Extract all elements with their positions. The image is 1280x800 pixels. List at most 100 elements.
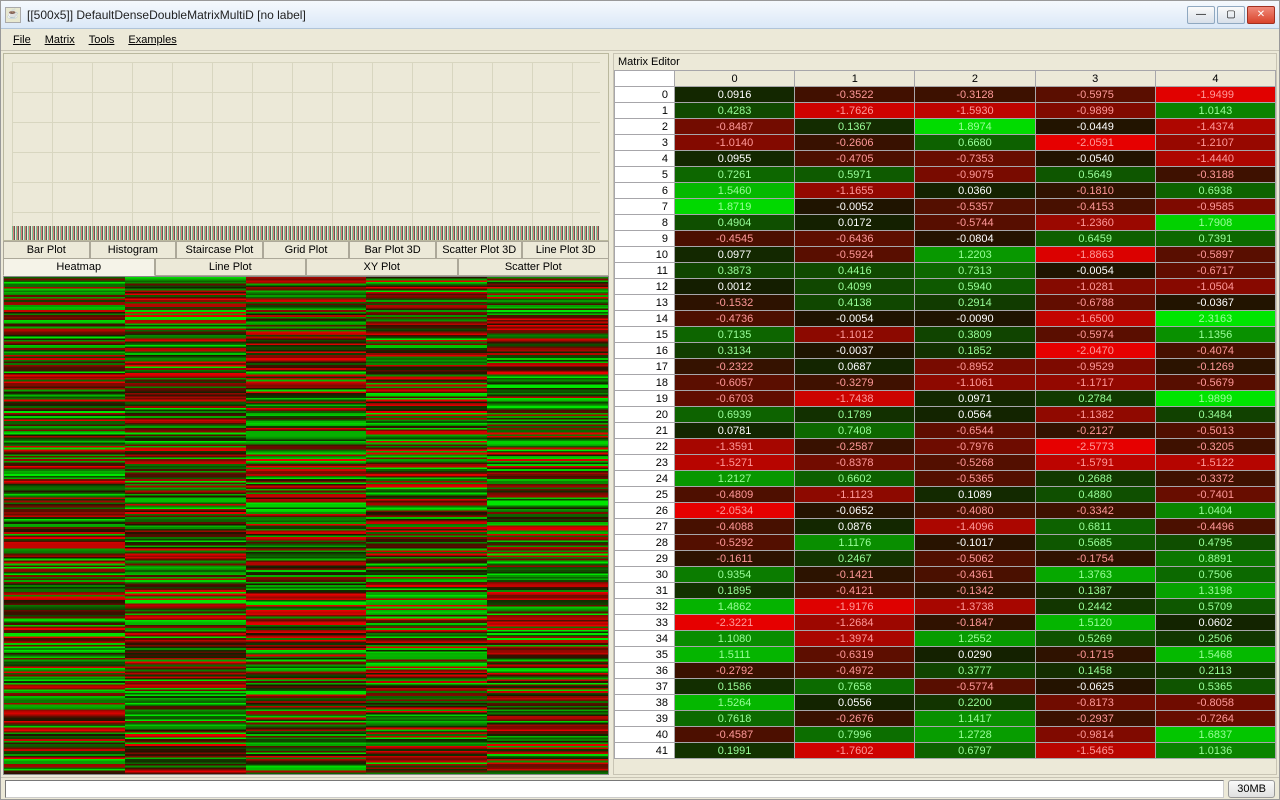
tab-xy-plot[interactable]: XY Plot bbox=[306, 258, 458, 276]
row-header-9[interactable]: 9 bbox=[615, 231, 675, 247]
cell-14-1[interactable]: -0.0054 bbox=[795, 311, 915, 327]
cell-34-2[interactable]: 1.2552 bbox=[915, 631, 1035, 647]
cell-32-2[interactable]: -1.3738 bbox=[915, 599, 1035, 615]
cell-14-4[interactable]: 2.3163 bbox=[1155, 311, 1275, 327]
cell-4-3[interactable]: -0.0540 bbox=[1035, 151, 1155, 167]
row-header-24[interactable]: 24 bbox=[615, 471, 675, 487]
cell-5-3[interactable]: 0.5649 bbox=[1035, 167, 1155, 183]
row-header-14[interactable]: 14 bbox=[615, 311, 675, 327]
cell-26-1[interactable]: -0.0652 bbox=[795, 503, 915, 519]
cell-13-0[interactable]: -0.1532 bbox=[675, 295, 795, 311]
cell-35-4[interactable]: 1.5468 bbox=[1155, 647, 1275, 663]
cell-9-1[interactable]: -0.6436 bbox=[795, 231, 915, 247]
cell-3-1[interactable]: -0.2606 bbox=[795, 135, 915, 151]
cell-27-1[interactable]: 0.0876 bbox=[795, 519, 915, 535]
cell-17-2[interactable]: -0.8952 bbox=[915, 359, 1035, 375]
cell-22-0[interactable]: -1.3591 bbox=[675, 439, 795, 455]
row-header-5[interactable]: 5 bbox=[615, 167, 675, 183]
row-header-16[interactable]: 16 bbox=[615, 343, 675, 359]
cell-13-4[interactable]: -0.0367 bbox=[1155, 295, 1275, 311]
cell-0-3[interactable]: -0.5975 bbox=[1035, 87, 1155, 103]
menu-matrix[interactable]: Matrix bbox=[39, 32, 81, 48]
cell-10-0[interactable]: 0.0977 bbox=[675, 247, 795, 263]
row-header-40[interactable]: 40 bbox=[615, 727, 675, 743]
cell-21-2[interactable]: -0.6544 bbox=[915, 423, 1035, 439]
cell-41-0[interactable]: 0.1991 bbox=[675, 743, 795, 759]
cell-13-1[interactable]: 0.4138 bbox=[795, 295, 915, 311]
row-header-6[interactable]: 6 bbox=[615, 183, 675, 199]
col-header-3[interactable]: 3 bbox=[1035, 71, 1155, 87]
cell-28-2[interactable]: -0.1017 bbox=[915, 535, 1035, 551]
cell-6-4[interactable]: 0.6938 bbox=[1155, 183, 1275, 199]
cell-41-1[interactable]: -1.7602 bbox=[795, 743, 915, 759]
row-header-19[interactable]: 19 bbox=[615, 391, 675, 407]
cell-20-2[interactable]: 0.0564 bbox=[915, 407, 1035, 423]
cell-25-3[interactable]: 0.4880 bbox=[1035, 487, 1155, 503]
cell-11-1[interactable]: 0.4416 bbox=[795, 263, 915, 279]
cell-9-0[interactable]: -0.4545 bbox=[675, 231, 795, 247]
status-memory[interactable]: 30MB bbox=[1228, 780, 1275, 798]
cell-10-4[interactable]: -0.5897 bbox=[1155, 247, 1275, 263]
cell-39-3[interactable]: -0.2937 bbox=[1035, 711, 1155, 727]
cell-8-2[interactable]: -0.5744 bbox=[915, 215, 1035, 231]
cell-16-3[interactable]: -2.0470 bbox=[1035, 343, 1155, 359]
tab-bar-plot[interactable]: Bar Plot bbox=[3, 241, 90, 259]
cell-41-2[interactable]: 0.6797 bbox=[915, 743, 1035, 759]
cell-30-1[interactable]: -0.1421 bbox=[795, 567, 915, 583]
tab-histogram[interactable]: Histogram bbox=[90, 241, 177, 259]
cell-18-3[interactable]: -1.1717 bbox=[1035, 375, 1155, 391]
cell-19-0[interactable]: -0.6703 bbox=[675, 391, 795, 407]
cell-25-2[interactable]: 0.1089 bbox=[915, 487, 1035, 503]
cell-19-1[interactable]: -1.7438 bbox=[795, 391, 915, 407]
cell-19-4[interactable]: 1.9899 bbox=[1155, 391, 1275, 407]
tab-line-plot-3d[interactable]: Line Plot 3D bbox=[522, 241, 609, 259]
cell-0-2[interactable]: -0.3128 bbox=[915, 87, 1035, 103]
cell-9-3[interactable]: 0.6459 bbox=[1035, 231, 1155, 247]
cell-25-0[interactable]: -0.4809 bbox=[675, 487, 795, 503]
cell-8-1[interactable]: 0.0172 bbox=[795, 215, 915, 231]
cell-37-2[interactable]: -0.5774 bbox=[915, 679, 1035, 695]
cell-23-0[interactable]: -1.5271 bbox=[675, 455, 795, 471]
cell-7-0[interactable]: 1.8719 bbox=[675, 199, 795, 215]
cell-7-2[interactable]: -0.5357 bbox=[915, 199, 1035, 215]
cell-17-4[interactable]: -0.1269 bbox=[1155, 359, 1275, 375]
cell-3-2[interactable]: 0.6680 bbox=[915, 135, 1035, 151]
cell-2-4[interactable]: -1.4374 bbox=[1155, 119, 1275, 135]
cell-5-1[interactable]: 0.5971 bbox=[795, 167, 915, 183]
cell-36-1[interactable]: -0.4972 bbox=[795, 663, 915, 679]
cell-2-0[interactable]: -0.8487 bbox=[675, 119, 795, 135]
cell-24-3[interactable]: 0.2688 bbox=[1035, 471, 1155, 487]
row-header-41[interactable]: 41 bbox=[615, 743, 675, 759]
cell-7-1[interactable]: -0.0052 bbox=[795, 199, 915, 215]
cell-24-0[interactable]: 1.2127 bbox=[675, 471, 795, 487]
cell-7-4[interactable]: -0.9585 bbox=[1155, 199, 1275, 215]
cell-33-1[interactable]: -1.2684 bbox=[795, 615, 915, 631]
row-header-34[interactable]: 34 bbox=[615, 631, 675, 647]
cell-28-1[interactable]: 1.1176 bbox=[795, 535, 915, 551]
cell-23-4[interactable]: -1.5122 bbox=[1155, 455, 1275, 471]
cell-21-4[interactable]: -0.5013 bbox=[1155, 423, 1275, 439]
cell-12-3[interactable]: -1.0281 bbox=[1035, 279, 1155, 295]
cell-12-4[interactable]: -1.0504 bbox=[1155, 279, 1275, 295]
cell-16-4[interactable]: -0.4074 bbox=[1155, 343, 1275, 359]
row-header-23[interactable]: 23 bbox=[615, 455, 675, 471]
close-button[interactable]: ✕ bbox=[1247, 6, 1275, 24]
cell-14-3[interactable]: -1.6500 bbox=[1035, 311, 1155, 327]
matrix-scroll-area[interactable]: 0123400.0916-0.3522-0.3128-0.5975-1.9499… bbox=[614, 70, 1276, 774]
cell-32-4[interactable]: 0.5709 bbox=[1155, 599, 1275, 615]
cell-31-0[interactable]: 0.1895 bbox=[675, 583, 795, 599]
row-header-10[interactable]: 10 bbox=[615, 247, 675, 263]
cell-28-0[interactable]: -0.5292 bbox=[675, 535, 795, 551]
cell-29-0[interactable]: -0.1611 bbox=[675, 551, 795, 567]
cell-22-2[interactable]: -0.7976 bbox=[915, 439, 1035, 455]
cell-37-0[interactable]: 0.1586 bbox=[675, 679, 795, 695]
cell-34-3[interactable]: 0.5269 bbox=[1035, 631, 1155, 647]
minimize-button[interactable]: — bbox=[1187, 6, 1215, 24]
row-header-21[interactable]: 21 bbox=[615, 423, 675, 439]
cell-35-0[interactable]: 1.5111 bbox=[675, 647, 795, 663]
cell-20-1[interactable]: 0.1789 bbox=[795, 407, 915, 423]
cell-2-2[interactable]: 1.8974 bbox=[915, 119, 1035, 135]
row-header-36[interactable]: 36 bbox=[615, 663, 675, 679]
cell-16-1[interactable]: -0.0037 bbox=[795, 343, 915, 359]
row-header-37[interactable]: 37 bbox=[615, 679, 675, 695]
